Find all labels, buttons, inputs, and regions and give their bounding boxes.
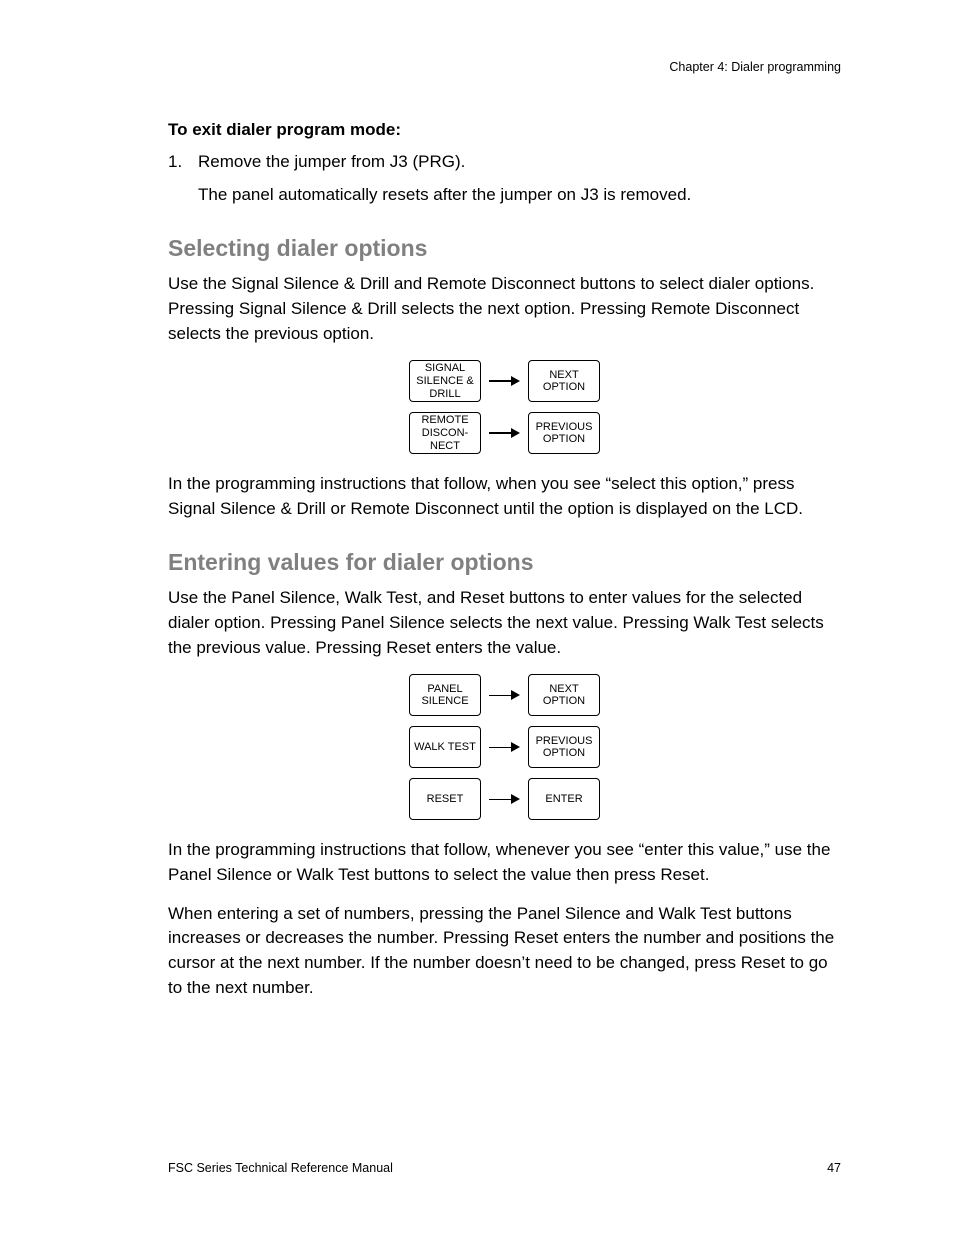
step-body: The panel automatically resets after the… <box>198 183 841 208</box>
arrow-icon <box>489 794 520 804</box>
step-1: 1. Remove the jumper from J3 (PRG). <box>168 150 841 175</box>
diagram-row: REMOTE DISCON-NECT PREVIOUS OPTION <box>409 412 600 454</box>
box-signal-silence-drill: SIGNAL SILENCE & DRILL <box>409 360 481 402</box>
entering-diagram: PANEL SILENCE NEXT OPTION WALK TEST PREV… <box>168 674 841 820</box>
diagram-row: PANEL SILENCE NEXT OPTION <box>409 674 600 716</box>
footer-title: FSC Series Technical Reference Manual <box>168 1161 393 1175</box>
chapter-header: Chapter 4: Dialer programming <box>168 60 841 74</box>
box-remote-disconnect: REMOTE DISCON-NECT <box>409 412 481 454</box>
box-walk-test: WALK TEST <box>409 726 481 768</box>
entering-p3: When entering a set of numbers, pressing… <box>168 902 841 1001</box>
diagram-row: SIGNAL SILENCE & DRILL NEXT OPTION <box>409 360 600 402</box>
box-previous-option: PREVIOUS OPTION <box>528 726 600 768</box>
step-text: Remove the jumper from J3 (PRG). <box>198 152 465 171</box>
entering-p2: In the programming instructions that fol… <box>168 838 841 887</box>
diagram-row: RESET ENTER <box>409 778 600 820</box>
box-next-option: NEXT OPTION <box>528 360 600 402</box>
arrow-icon <box>489 690 520 700</box>
heading-entering: Entering values for dialer options <box>168 549 841 576</box>
box-enter: ENTER <box>528 778 600 820</box>
arrow-icon <box>489 428 520 438</box>
arrow-icon <box>489 376 520 386</box>
exit-mode-title: To exit dialer program mode: <box>168 120 841 140</box>
page-content: Chapter 4: Dialer programming To exit di… <box>0 0 954 1000</box>
selecting-diagram: SIGNAL SILENCE & DRILL NEXT OPTION REMOT… <box>168 360 841 454</box>
diagram-row: WALK TEST PREVIOUS OPTION <box>409 726 600 768</box>
step-number: 1. <box>168 150 182 175</box>
selecting-p2: In the programming instructions that fol… <box>168 472 841 521</box>
box-panel-silence: PANEL SILENCE <box>409 674 481 716</box>
arrow-icon <box>489 742 520 752</box>
heading-selecting: Selecting dialer options <box>168 235 841 262</box>
box-reset: RESET <box>409 778 481 820</box>
box-next-option: NEXT OPTION <box>528 674 600 716</box>
box-previous-option: PREVIOUS OPTION <box>528 412 600 454</box>
entering-p1: Use the Panel Silence, Walk Test, and Re… <box>168 586 841 660</box>
page-footer: FSC Series Technical Reference Manual 47 <box>168 1161 841 1175</box>
selecting-p1: Use the Signal Silence & Drill and Remot… <box>168 272 841 346</box>
page-number: 47 <box>827 1161 841 1175</box>
